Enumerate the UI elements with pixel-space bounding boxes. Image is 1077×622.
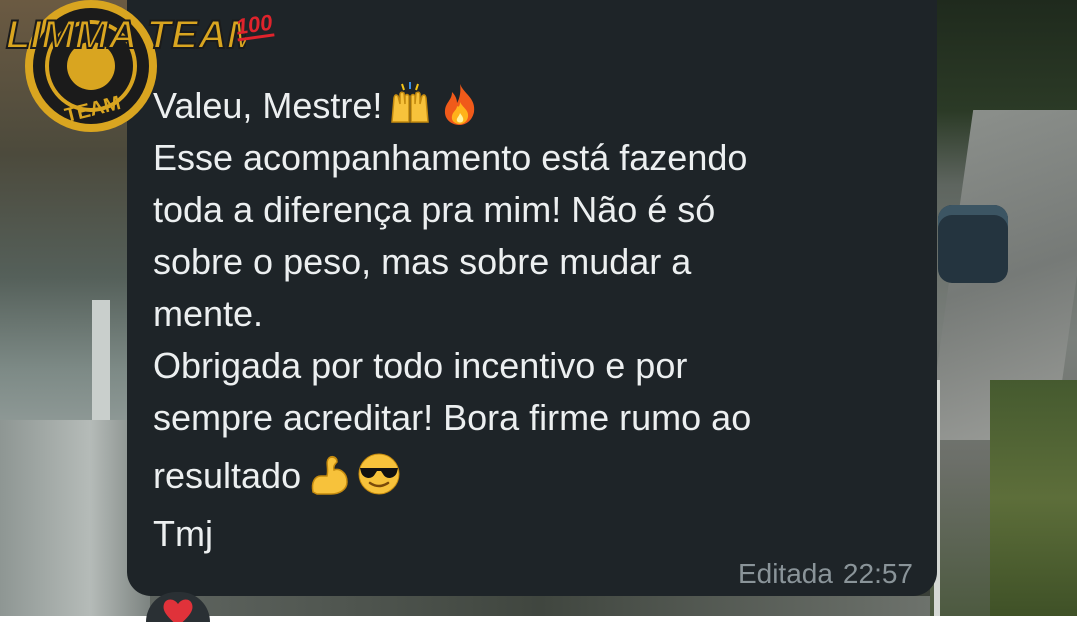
car-image (938, 205, 1008, 283)
wallpaper-right-photo (926, 0, 1077, 616)
message-line: mente. (153, 293, 264, 334)
message-text: Valeu, Mestre! Esse acompanhamento está … (153, 80, 917, 560)
message-line: Obrigada por todo incentivo e por (153, 345, 688, 386)
message-line: Tmj (153, 513, 213, 554)
logo-wordmark: LIMMA TEAM (6, 13, 246, 57)
message-line: toda a diferença pra mim! Não é só (153, 189, 716, 230)
hundred-points-icon: 100 (234, 9, 275, 42)
raising-hands-icon (388, 82, 432, 126)
limma-team-logo: LIMMA TEAM TEAM (0, 0, 263, 148)
fire-icon (438, 82, 482, 126)
message-bubble[interactable]: Valeu, Mestre! Esse acompanhamento está … (127, 0, 937, 596)
flexed-biceps-icon (307, 452, 351, 496)
message-meta: Editada 22:57 (738, 558, 913, 590)
message-time: 22:57 (842, 558, 913, 589)
message-line: Valeu, Mestre! (153, 80, 917, 132)
smiling-face-with-sunglasses-icon (357, 452, 401, 496)
edited-label: Editada (737, 558, 833, 589)
message-line: sempre acreditar! Bora firme rumo ao (153, 397, 752, 438)
message-line: resultado (153, 444, 917, 508)
message-line: sobre o peso, mas sobre mudar a (153, 241, 692, 282)
message-line: Esse acompanhamento está fazendo (153, 137, 748, 178)
